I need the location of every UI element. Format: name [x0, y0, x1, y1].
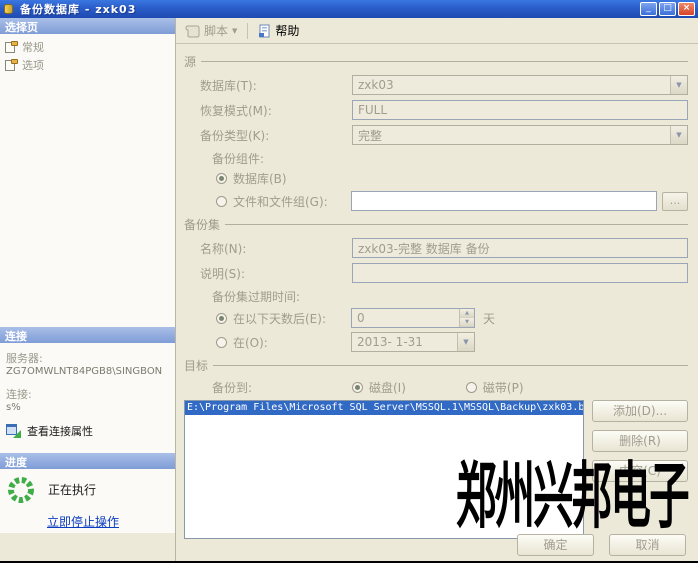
connection-label: 连接: [6, 386, 169, 402]
server-value: ZG7OMWLNT84PGB8\SINGBON [6, 366, 169, 377]
destination-path-item[interactable]: E:\Program Files\Microsoft SQL Server\MS… [185, 401, 583, 415]
page-icon [4, 59, 18, 72]
window-title: 备份数据库 - zxk03 [20, 1, 640, 17]
destination-group-legend: 目标 [184, 357, 688, 374]
view-connection-properties-label: 查看连接属性 [27, 423, 93, 439]
script-icon [185, 24, 200, 38]
progress-status: 正在执行 [48, 481, 96, 498]
database-combobox[interactable]: zxk03 ▼ [352, 75, 688, 95]
help-label: 帮助 [275, 22, 299, 39]
expire-label: 备份集过期时间: [184, 288, 352, 305]
spinner-arrows-icon[interactable]: ▲▼ [459, 309, 474, 327]
files-filegroups-field[interactable] [351, 191, 657, 211]
chevron-down-icon[interactable]: ▼ [457, 333, 474, 351]
backup-type-label: 备份类型(K): [184, 127, 352, 144]
database-label: 数据库(T): [184, 77, 352, 94]
minimize-button[interactable]: _ [640, 2, 657, 16]
files-filegroups-radio-label: 文件和文件组(G): [233, 193, 351, 210]
maximize-button[interactable]: □ [659, 2, 676, 16]
toolbar-separator [247, 23, 248, 39]
recovery-model-label: 恢复模式(M): [184, 102, 352, 119]
sidebar-item-label: 常规 [22, 39, 44, 55]
sidebar-item-options[interactable]: 选项 [2, 56, 173, 74]
backup-to-label: 备份到: [184, 379, 352, 396]
after-days-spinner[interactable]: 0 ▲▼ [351, 308, 475, 328]
days-unit-label: 天 [483, 310, 495, 327]
backup-component-label: 备份组件: [184, 150, 352, 167]
database-icon [3, 3, 15, 15]
chevron-down-icon: ▼ [232, 27, 237, 35]
titlebar[interactable]: 备份数据库 - zxk03 _ □ × [0, 0, 698, 18]
source-group-legend: 源 [184, 53, 688, 70]
server-label: 服务器: [6, 350, 169, 366]
disk-radio[interactable] [352, 382, 363, 393]
on-date-radio-label: 在(O): [233, 334, 351, 351]
chevron-down-icon[interactable]: ▼ [670, 76, 687, 94]
help-icon [258, 24, 271, 38]
disk-radio-label: 磁盘(I) [369, 379, 406, 396]
page-icon [4, 41, 18, 54]
name-field[interactable]: zxk03-完整 数据库 备份 [352, 238, 688, 258]
chevron-down-icon[interactable]: ▼ [670, 126, 687, 144]
progress-spinner-icon [6, 475, 36, 505]
help-button[interactable]: 帮助 [255, 20, 302, 41]
recovery-model-field[interactable]: FULL [352, 100, 688, 120]
connection-value: s% [6, 402, 169, 413]
files-filegroups-radio[interactable] [216, 196, 227, 207]
script-label: 脚本 [204, 22, 228, 39]
tape-radio[interactable] [466, 382, 477, 393]
on-date-radio[interactable] [216, 337, 227, 348]
database-radio-label: 数据库(B) [233, 170, 287, 187]
watermark-text: 郑州兴邦电子 [456, 446, 688, 546]
view-connection-properties[interactable]: 查看连接属性 [6, 423, 169, 439]
tape-radio-label: 磁带(P) [483, 379, 524, 396]
close-button[interactable]: × [678, 2, 695, 16]
progress-header: 进度 [0, 453, 175, 469]
backup-set-group-legend: 备份集 [184, 216, 688, 233]
toolbar: 脚本 ▼ 帮助 [176, 18, 698, 44]
sidebar-item-general[interactable]: 常规 [2, 38, 173, 56]
connection-properties-icon [6, 424, 21, 438]
backup-database-dialog: 备份数据库 - zxk03 _ □ × 选择页 常规 选项 连接 服务 [0, 0, 698, 563]
add-button[interactable]: 添加(D)... [592, 400, 688, 422]
date-combobox[interactable]: 2013- 1-31 ▼ [351, 332, 475, 352]
after-days-radio[interactable] [216, 313, 227, 324]
sidebar: 选择页 常规 选项 连接 服务器: ZG7OMWLNT84PGB8\SINGBO… [0, 18, 176, 561]
description-label: 说明(S): [184, 265, 352, 282]
select-page-header: 选择页 [0, 18, 175, 34]
stop-action-link[interactable]: 立即停止操作 [47, 513, 169, 530]
database-radio[interactable] [216, 173, 227, 184]
browse-button[interactable]: ... [662, 192, 688, 211]
after-days-radio-label: 在以下天数后(E): [233, 310, 351, 327]
script-button[interactable]: 脚本 ▼ [182, 20, 240, 41]
description-field[interactable] [352, 263, 688, 283]
backup-type-combobox[interactable]: 完整 ▼ [352, 125, 688, 145]
name-label: 名称(N): [184, 240, 352, 257]
connection-header: 连接 [0, 327, 175, 343]
sidebar-item-label: 选项 [22, 57, 44, 73]
